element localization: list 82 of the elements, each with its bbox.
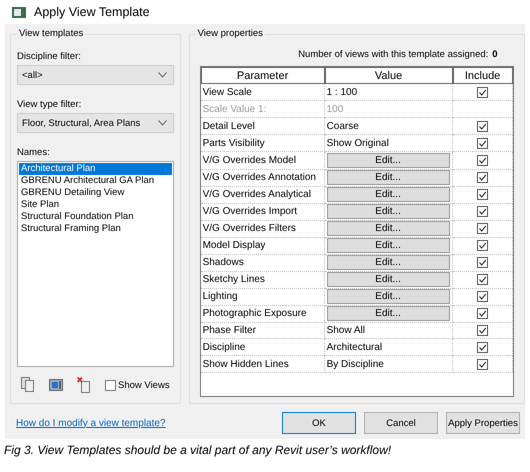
list-item[interactable]: Site Plan (19, 199, 172, 211)
edit-button[interactable]: Edit... (326, 255, 450, 270)
field-label: Names: (17, 147, 51, 158)
table-cell: Phase Filter (200, 322, 325, 339)
edit-button[interactable]: Edit... (326, 170, 450, 185)
figure-caption: Fig 3. View Templates should be a vital part of any Revit user’s workflow! (3, 442, 392, 457)
help-link[interactable]: How do I modify a view template? (16, 418, 166, 428)
table-cell: Sketchy Lines (200, 271, 325, 289)
chevron-icon (158, 72, 167, 78)
checkbox[interactable] (476, 189, 488, 200)
table-cell: Shadows (200, 254, 325, 272)
checkbox[interactable] (476, 206, 488, 217)
duplicate-icon[interactable] (21, 377, 35, 393)
rename-icon[interactable] (49, 379, 63, 391)
table-cell: Show All (324, 322, 453, 339)
checkbox[interactable] (476, 324, 488, 336)
checkbox[interactable] (105, 380, 116, 390)
dialog-button[interactable]: OK (282, 412, 356, 434)
window-title: Apply View Template (34, 5, 150, 19)
checkbox[interactable] (476, 342, 488, 352)
table-cell: Photographic Exposure (200, 305, 325, 323)
table-cell: Detail Level (200, 118, 325, 135)
list-item[interactable]: Architectural Plan (19, 163, 172, 175)
list-item[interactable]: Structural Foundation Plan (19, 211, 172, 223)
checkbox[interactable] (476, 172, 488, 183)
table-cell: Show Hidden Lines (200, 356, 325, 373)
edit-button[interactable]: Edit... (326, 272, 450, 287)
table-cell: V/G Overrides Analytical (200, 186, 325, 204)
checkbox[interactable] (476, 291, 488, 302)
checkbox[interactable] (476, 138, 488, 148)
table-cell: Discipline (200, 339, 325, 356)
edit-button[interactable]: Edit... (326, 204, 450, 219)
table-cell: Parts Visibility (200, 135, 325, 152)
table-cell: 100 (324, 101, 453, 118)
table-cell: Model Display (200, 237, 325, 255)
column-header: Include (452, 67, 513, 84)
edit-button[interactable]: Edit... (326, 238, 450, 253)
column-header: Parameter (200, 67, 325, 84)
edit-button[interactable]: Edit... (326, 289, 450, 304)
table-cell: V/G Overrides Annotation (200, 169, 325, 187)
discipline-dropdown[interactable]: <all> (17, 65, 174, 85)
group-title: View templates (17, 28, 86, 39)
edit-button[interactable]: Edit... (326, 221, 450, 236)
count-value: 0 (492, 49, 498, 60)
field-label: Discipline filter: (17, 51, 82, 62)
table-cell: Architectural (324, 339, 453, 356)
checkbox[interactable] (476, 274, 488, 285)
table-cell: Show Original (324, 135, 453, 152)
edit-button[interactable]: Edit... (326, 306, 450, 321)
edit-button[interactable]: Edit... (326, 187, 450, 202)
view-type-dropdown[interactable]: Floor, Structural, Area Plans (17, 113, 174, 133)
checkbox[interactable] (476, 86, 488, 98)
table-cell: Coarse (324, 118, 453, 135)
table-cell: Lighting (200, 288, 325, 306)
column-header: Value (324, 67, 453, 84)
table-cell: V/G Overrides Import (200, 203, 325, 221)
count-label: Number of views with this template assigned: (298, 49, 488, 60)
checkbox[interactable] (476, 120, 488, 132)
dialog-button[interactable]: Cancel (364, 412, 438, 434)
checkbox[interactable] (476, 155, 488, 166)
checkbox[interactable] (476, 257, 488, 268)
dialog-button[interactable]: Apply Properties (446, 412, 520, 434)
list-item[interactable]: Structural Framing Plan (19, 223, 172, 235)
list-item[interactable]: GBRENU Detailing View (19, 187, 172, 199)
checkbox-label: Show Views (118, 380, 170, 390)
table-cell: By Discipline (324, 356, 453, 373)
group-title: View properties (196, 28, 265, 39)
checkbox[interactable] (476, 240, 488, 251)
checkbox[interactable] (476, 358, 488, 370)
table-cell: V/G Overrides Filters (200, 220, 325, 238)
delete-icon[interactable] (77, 377, 91, 393)
checkbox[interactable] (476, 308, 488, 319)
table-cell: Scale Value 1: (200, 101, 325, 118)
edit-button[interactable]: Edit... (326, 153, 450, 168)
field-label: View type filter: (17, 99, 82, 110)
window-icon (12, 6, 26, 18)
table-cell: View Scale (200, 84, 325, 101)
list-item[interactable]: GBRENU Architectural GA Plan (19, 175, 172, 187)
chevron-icon (158, 120, 167, 126)
checkbox[interactable] (476, 223, 488, 234)
table-cell: 1 : 100 (324, 84, 453, 101)
table-cell: V/G Overrides Model (200, 152, 325, 170)
